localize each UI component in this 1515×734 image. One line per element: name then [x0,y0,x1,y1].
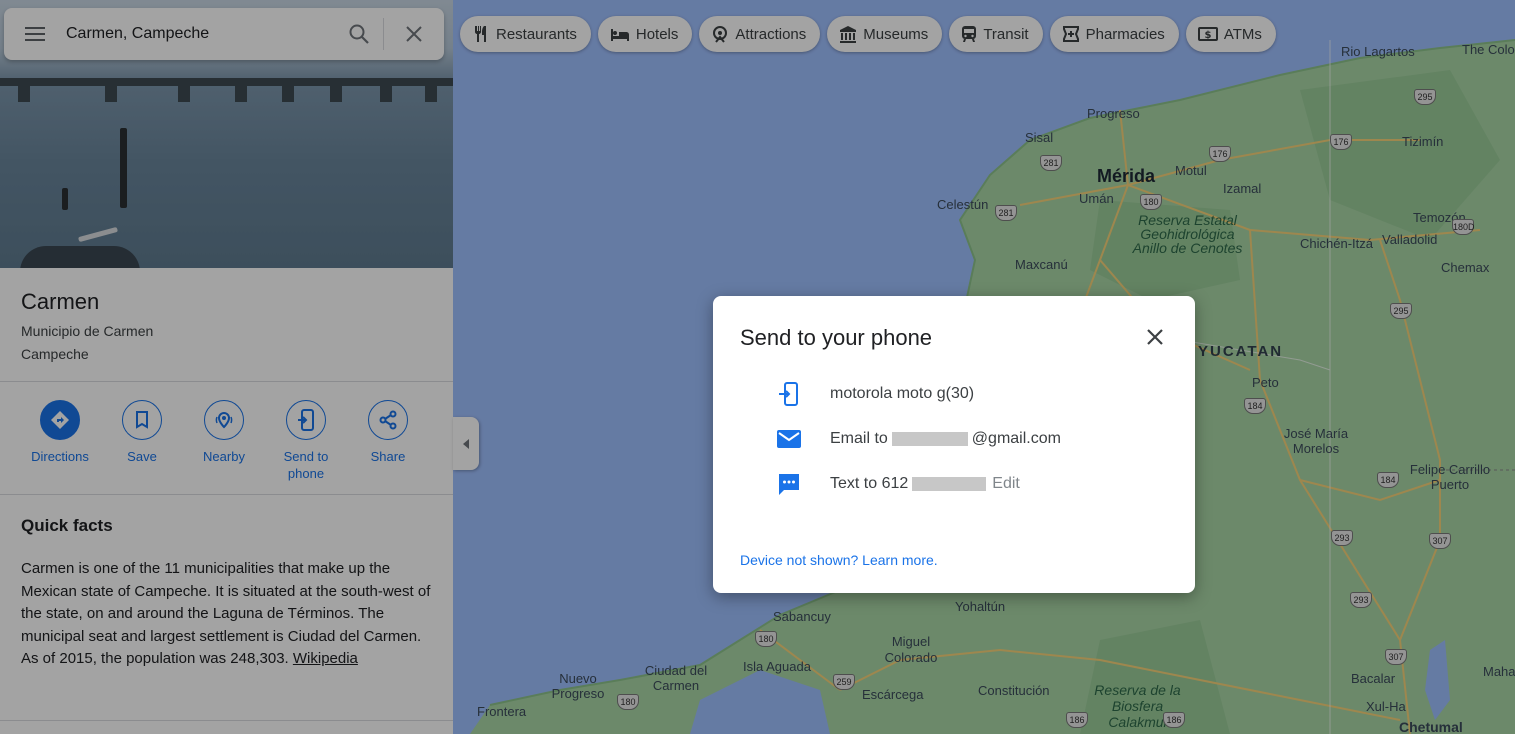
close-icon [1147,329,1163,345]
dialog-title: Send to your phone [740,325,933,350]
email-suffix: @gmail.com [971,430,1061,447]
text-prefix: Text to 612 [830,475,909,492]
learn-more-link[interactable]: Device not shown? Learn more. [740,552,938,568]
send-to-phone-dialog: Send to your phone motorola moto g(30) E… [713,296,1195,593]
message-icon [779,474,799,495]
text-option-text: Text to 612 Edit [830,475,1020,493]
email-option[interactable]: Email to @gmail.com [773,422,1061,456]
email-prefix: Email to [830,430,888,447]
redacted-block [891,431,968,446]
device-name: motorola moto g(30) [830,385,975,402]
dialog-close-button[interactable] [1141,323,1169,351]
email-option-text: Email to @gmail.com [830,430,1061,448]
send-to-device-option[interactable]: motorola moto g(30) [773,377,974,411]
text-option[interactable]: Text to 612 Edit [773,467,1020,501]
email-icon [777,430,801,448]
edit-link[interactable]: Edit [992,475,1020,492]
send-to-phone-icon [779,382,798,406]
redacted-block [912,476,987,491]
